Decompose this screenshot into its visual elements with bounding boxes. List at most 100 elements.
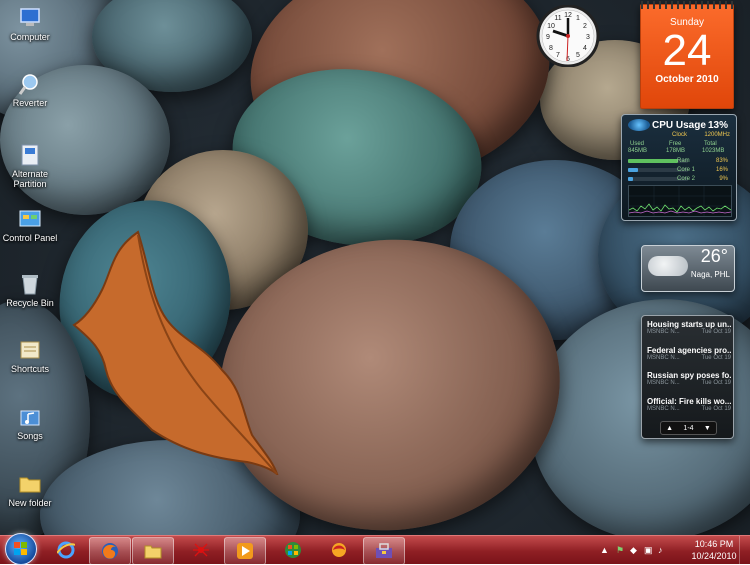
previous-arrow-icon[interactable]: ▲ <box>666 425 673 432</box>
cpu-title: CPU Usage <box>652 120 706 131</box>
spider-icon <box>193 543 209 557</box>
memory-free-value: 178MB <box>666 148 686 154</box>
calendar-day-number: 24 <box>662 26 712 75</box>
show-hidden-icons-arrow[interactable]: ▲ <box>600 545 610 555</box>
action-center-flag-icon[interactable]: ⚑ <box>616 545 626 555</box>
weather-gadget[interactable]: 26° Naga, PHL <box>641 245 735 292</box>
shield-icon[interactable]: ◆ <box>630 545 640 555</box>
clock-numeral: 2 <box>583 23 587 30</box>
desktop-icon-reverter[interactable]: Reverter <box>0 72 60 108</box>
taskbar-app-button[interactable] <box>132 537 174 565</box>
clock-numeral: 1 <box>576 15 580 22</box>
cpu-clock-value: 1200MHz <box>704 132 730 138</box>
autumn-leaf <box>72 230 279 475</box>
desktop-icon-label: Shortcuts <box>10 364 50 374</box>
clock-numeral: 4 <box>583 45 587 52</box>
desktop-icon-recycle-bin[interactable]: Recycle Bin <box>0 272 60 308</box>
news-pager-label: 1-4 <box>683 424 694 432</box>
memory-free-label: Free <box>669 141 682 147</box>
clock-numeral: 10 <box>547 23 555 30</box>
calendar-gadget[interactable]: Sunday 24 October 2010 <box>640 1 734 109</box>
clock-numeral: 8 <box>549 45 553 52</box>
toolbox-icon <box>376 543 392 558</box>
calendar-binding <box>641 1 733 9</box>
windows-logo-icon <box>285 542 301 558</box>
weather-temperature: 26° <box>700 246 728 266</box>
news-date: Tue Oct 19 <box>701 380 731 386</box>
taskbar-app-button[interactable] <box>89 537 131 565</box>
magnifier-icon <box>18 74 38 95</box>
clock-numeral: 3 <box>586 34 590 41</box>
shortcut-folder-icon <box>20 341 40 359</box>
recycle-bin-icon <box>22 275 38 295</box>
control-panel-icon <box>19 210 41 227</box>
news-date: Tue Oct 19 <box>701 355 731 361</box>
news-source: MSNBC N... <box>647 380 680 386</box>
volume-icon[interactable]: ♪ <box>658 545 668 555</box>
ram-label: Ram <box>677 158 690 164</box>
core1-value: 16% <box>715 167 728 173</box>
media-player-icon <box>237 543 253 559</box>
news-item[interactable]: Russian spy poses fo... MSNBC N... Tue Oc… <box>647 371 731 386</box>
news-headline: Russian spy poses fo... <box>647 371 731 380</box>
clock-numeral: 5 <box>576 52 580 59</box>
clock-gadget[interactable]: 12 1 2 3 4 5 6 7 8 9 10 11 <box>523 4 613 68</box>
desktop-icon-shortcuts[interactable]: Shortcuts <box>0 338 60 374</box>
cpu-percent: 13% <box>707 120 728 131</box>
taskbar-app-button[interactable] <box>319 537 359 563</box>
taskbar-app-button[interactable] <box>224 537 266 565</box>
cpu-clock-label: Clock <box>672 132 688 138</box>
desktop-icon-label: Songs <box>17 431 43 441</box>
browser-swirl-icon <box>332 543 346 557</box>
core2-value: 9% <box>719 176 728 182</box>
desktop-icon-songs[interactable]: Songs <box>0 405 60 441</box>
clock-numeral: 9 <box>546 34 550 41</box>
clock-numeral: 7 <box>556 52 560 59</box>
memory-used-value: 845MB <box>628 148 648 154</box>
news-date: Tue Oct 19 <box>701 406 731 412</box>
clock-numeral: 11 <box>554 15 561 22</box>
cpu-meter-gadget[interactable]: CPU Usage 13% Clock 1200MHz Used Free To… <box>621 114 737 221</box>
next-arrow-icon[interactable]: ▼ <box>704 425 711 432</box>
analog-clock-face: 12 1 2 3 4 5 6 7 8 9 10 11 <box>536 4 600 68</box>
partition-icon <box>21 144 39 166</box>
desktop-icon-alternate-partition[interactable]: Alternate Partition <box>0 143 60 189</box>
taskbar-clock[interactable]: 10:46 PM 10/24/2010 <box>689 538 739 562</box>
news-item[interactable]: Housing starts up un... MSNBC N... Tue Oc… <box>647 320 731 335</box>
desktop-icon-new-folder[interactable]: New folder <box>0 472 60 508</box>
news-headline: Official: Fire kills wo... <box>647 397 731 406</box>
taskbar-time: 10:46 PM <box>694 539 734 549</box>
news-feed-gadget[interactable]: Housing starts up un... MSNBC N... Tue Oc… <box>641 315 734 439</box>
desktop-icon-computer[interactable]: Computer <box>0 6 60 42</box>
memory-total-label: Total <box>704 141 717 147</box>
news-source: MSNBC N... <box>647 355 680 361</box>
start-button[interactable] <box>5 533 37 565</box>
desktop-icon-label: Reverter <box>12 98 48 108</box>
taskbar-app-button[interactable] <box>181 537 221 563</box>
desktop-icon-label: New folder <box>8 498 52 508</box>
explorer-folder-icon <box>144 545 162 559</box>
news-item[interactable]: Official: Fire kills wo... MSNBC N... Tue… <box>647 397 731 412</box>
folder-icon <box>19 477 41 493</box>
taskbar-app-button[interactable] <box>46 537 86 563</box>
desktop-icon-label: Alternate Partition <box>11 169 49 189</box>
core2-label: Core 2 <box>677 176 696 182</box>
network-icon[interactable]: ▣ <box>644 545 654 555</box>
taskbar-app-button[interactable] <box>273 537 313 563</box>
show-desktop-button[interactable] <box>739 536 750 564</box>
news-source: MSNBC N... <box>647 406 680 412</box>
news-pager: ▲ 1-4 ▼ <box>660 421 717 435</box>
weather-location: Naga, PHL <box>690 270 730 279</box>
news-source: MSNBC N... <box>647 329 680 335</box>
memory-used-label: Used <box>630 141 645 147</box>
internet-explorer-icon <box>57 541 75 559</box>
news-date: Tue Oct 19 <box>701 329 731 335</box>
core1-label: Core 1 <box>677 167 696 173</box>
taskbar-app-button[interactable] <box>363 537 405 565</box>
cpu-logo-icon <box>628 119 650 131</box>
news-headline: Housing starts up un... <box>647 320 731 329</box>
news-item[interactable]: Federal agencies pro... MSNBC N... Tue Oc… <box>647 346 731 361</box>
desktop-icon-control-panel[interactable]: Control Panel <box>0 207 60 243</box>
computer-icon <box>20 8 40 26</box>
calendar-month-year: October 2010 <box>655 74 719 85</box>
